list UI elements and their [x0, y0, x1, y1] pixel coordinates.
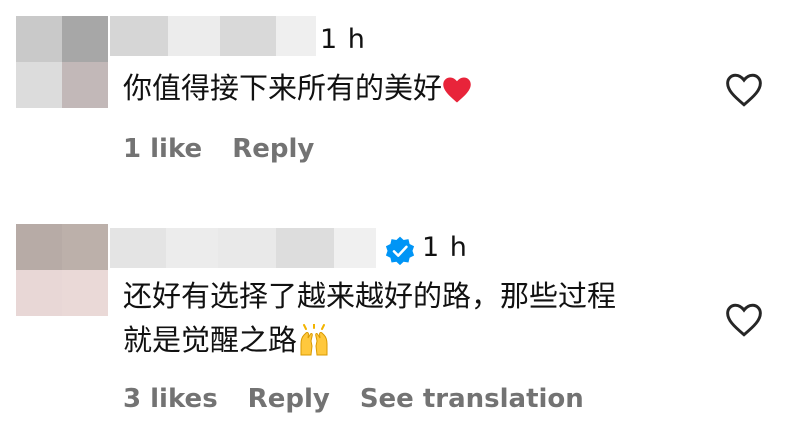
comment-text-line: 还好有选择了越来越好的路，那些过程: [123, 279, 617, 313]
reply-button[interactable]: Reply: [232, 134, 314, 164]
verified-badge-icon: [385, 236, 415, 266]
comment-text-line: 你值得接下来所有的美好: [123, 71, 443, 105]
comment-1: 1 h 你值得接下来所有的美好 1 like Reply: [0, 0, 800, 190]
comment-time: 1 h: [320, 24, 366, 55]
raising-hands-emoji-icon: [300, 324, 328, 356]
avatar[interactable]: [16, 224, 108, 316]
comment-time: 1 h: [422, 232, 468, 263]
avatar[interactable]: [16, 16, 108, 108]
comment-2: 1 h 还好有选择了越来越好的路，那些过程 就是觉醒之路 3 likes Rep…: [0, 218, 800, 432]
like-heart-outline-icon[interactable]: [724, 72, 764, 108]
comment-actions: 1 like Reply: [123, 134, 314, 164]
comment-text: 你值得接下来所有的美好: [123, 66, 713, 110]
likes-count-button[interactable]: 3 likes: [123, 384, 218, 414]
likes-count-button[interactable]: 1 like: [123, 134, 202, 164]
comment-actions: 3 likes Reply See translation: [123, 384, 584, 414]
comment-text-line: 就是觉醒之路: [123, 323, 298, 357]
like-heart-outline-icon[interactable]: [724, 302, 764, 338]
username-redacted[interactable]: [110, 228, 376, 268]
see-translation-button[interactable]: See translation: [360, 384, 584, 414]
username-redacted[interactable]: [110, 16, 316, 56]
comment-text: 还好有选择了越来越好的路，那些过程 就是觉醒之路: [123, 274, 713, 362]
heart-icon: [443, 77, 471, 103]
reply-button[interactable]: Reply: [248, 384, 330, 414]
